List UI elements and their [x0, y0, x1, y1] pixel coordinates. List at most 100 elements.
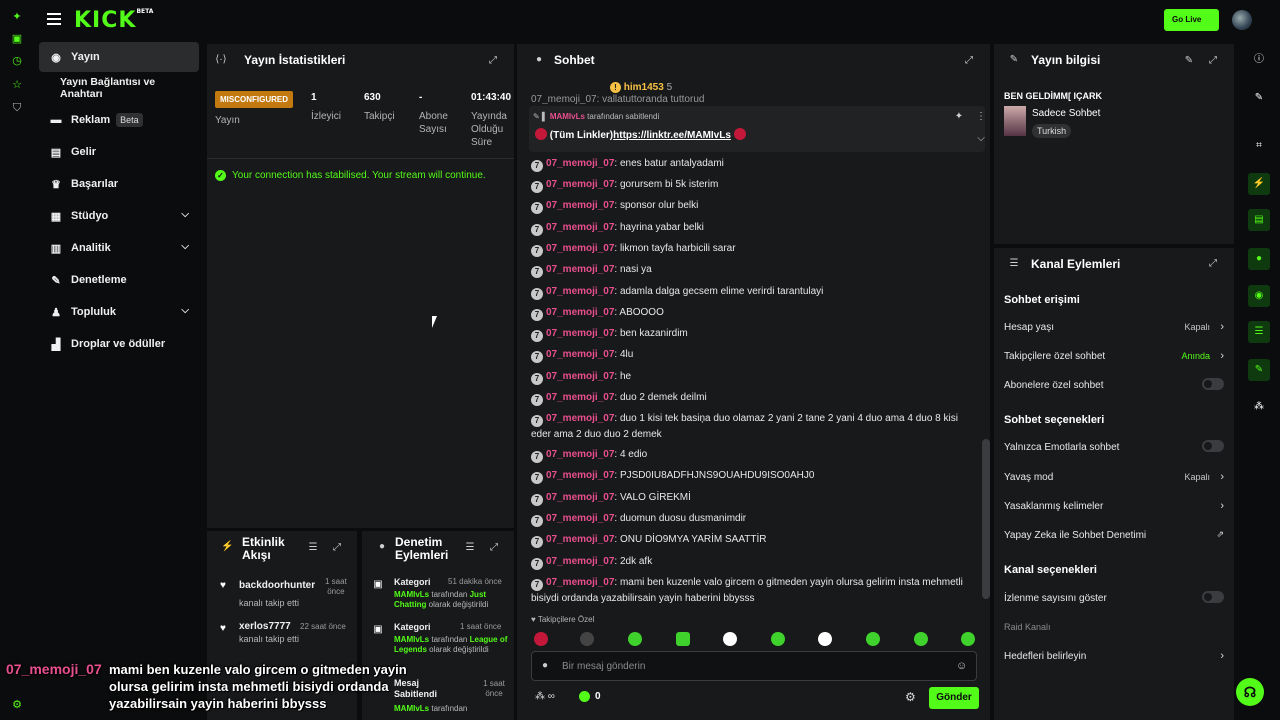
emote-icon[interactable] — [818, 632, 832, 646]
chat-username[interactable]: 07_memoji_07 — [546, 158, 614, 169]
stats-icon: ⟨·⟩ — [215, 54, 227, 65]
chat-input-box[interactable]: ● Bir mesaj gönderin ☺ — [531, 651, 977, 681]
shield-icon[interactable]: ⛉ — [10, 101, 24, 115]
emote-icon[interactable] — [866, 632, 880, 646]
chat-username[interactable]: 07_memoji_07 — [546, 307, 614, 318]
chat-username[interactable]: 07_memoji_07 — [546, 264, 614, 275]
pinned-link[interactable]: https://linktr.ee/MAMIvLs — [613, 130, 731, 141]
activity-time: 1 saat önce — [325, 577, 347, 597]
broadcast-icon[interactable]: ◉ — [1248, 285, 1270, 307]
show-viewers-toggle[interactable] — [1202, 591, 1224, 603]
subs-chat-toggle[interactable] — [1202, 378, 1224, 390]
kick-logo[interactable]: KICKBETA — [74, 8, 153, 33]
more-icon[interactable]: ⋮ — [975, 111, 987, 123]
send-button[interactable]: Gönder — [929, 687, 979, 709]
sidebar-item-reklam[interactable]: ▬ Reklam Beta — [39, 105, 199, 135]
expand-icon[interactable]: ⤢ — [1207, 55, 1219, 67]
followers-chat-row[interactable]: Takipçilere özel sohbet Anında › — [1004, 350, 1224, 362]
edit-icon[interactable]: ✎ — [1248, 87, 1270, 109]
emote-icon[interactable] — [580, 632, 594, 646]
chat-username[interactable]: 07_memoji_07 — [546, 556, 614, 567]
chat-username[interactable]: 07_memoji_07 — [546, 413, 614, 424]
clock-icon[interactable]: ◷ — [10, 54, 24, 68]
star-icon[interactable]: ☆ — [10, 78, 24, 92]
top-user[interactable]: him1453 — [624, 82, 664, 93]
chat-username[interactable]: 07_memoji_07 — [546, 470, 614, 481]
chevron-down-icon[interactable]: ⌵ — [975, 133, 987, 145]
expand-icon[interactable]: ⤢ — [1207, 258, 1219, 270]
sidebar-item-stream-key[interactable]: Yayın Bağlantısı ve Anahtarı — [39, 73, 199, 103]
filter-icon[interactable]: ☰ — [307, 542, 319, 554]
sidebar-item-topluluk[interactable]: ♟ Topluluk ⌵ — [39, 297, 199, 327]
emote-icon[interactable] — [723, 632, 737, 646]
chat-scrollbar[interactable] — [982, 439, 990, 599]
filter-icon[interactable]: ☰ — [464, 542, 476, 554]
emoji-icon[interactable]: ☺ — [956, 660, 967, 672]
chat-username[interactable]: 07_memoji_07 — [546, 179, 614, 190]
targets-row[interactable]: Hedefleri belirleyin › — [1004, 650, 1224, 662]
chat-input[interactable]: Bir mesaj gönderin — [562, 661, 645, 672]
avatar[interactable] — [1232, 10, 1252, 30]
sidebar-item-droplar[interactable]: ▟ Droplar ve ödüller — [39, 329, 199, 359]
wrench-icon: ✎ — [1009, 54, 1019, 65]
ai-moderation-row[interactable]: Yapay Zeka ile Sohbet Denetimi ⇗ — [1004, 529, 1224, 541]
chat-username[interactable]: 07_memoji_07 — [546, 392, 614, 403]
chat-username[interactable]: 07_memoji_07 — [546, 577, 614, 588]
menu-icon[interactable] — [47, 13, 61, 25]
expand-icon[interactable]: ⤢ — [331, 542, 343, 554]
emote-icon[interactable] — [534, 632, 548, 646]
wrench-icon[interactable]: ✎ — [1248, 359, 1270, 381]
chat-username[interactable]: 07_memoji_07 — [546, 200, 614, 211]
community-icon[interactable]: ⁂ — [1248, 396, 1270, 418]
emote-icon[interactable] — [961, 632, 975, 646]
sidebar-item-yayin[interactable]: ◉ Yayın — [39, 42, 199, 72]
account-age-row[interactable]: Hesap yaşı Kapalı › — [1004, 321, 1224, 333]
stream-category[interactable]: Sadece Sohbet — [1032, 108, 1100, 119]
sidebar-item-denetleme[interactable]: ✎ Denetleme — [39, 265, 199, 295]
chat-text: 4 edio — [619, 449, 648, 460]
banned-words-row[interactable]: Yasaklanmış kelimeler › — [1004, 500, 1224, 512]
expand-icon[interactable]: ⤢ — [487, 55, 499, 67]
info-icon[interactable]: ⓘ — [1248, 49, 1270, 71]
slow-mode-row[interactable]: Yavaş mod Kapalı › — [1004, 471, 1224, 483]
points-value: 0 — [595, 691, 601, 702]
creator-icon[interactable]: ▣ — [10, 32, 24, 46]
activity-user[interactable]: xerlos7777 — [239, 621, 291, 632]
edit-icon[interactable]: ✎ — [1183, 55, 1195, 67]
chat-username[interactable]: 07_memoji_07 — [546, 328, 614, 339]
list-icon[interactable]: ☰ — [1248, 321, 1270, 343]
badge-icon: 7 — [531, 288, 543, 300]
emote-icon[interactable] — [914, 632, 928, 646]
expand-icon[interactable]: ⤢ — [963, 55, 975, 67]
pin-icon[interactable]: ✦ — [953, 111, 965, 123]
chat-username[interactable]: 07_memoji_07 — [546, 534, 614, 545]
sidebar-item-analitik[interactable]: ▥ Analitik ⌵ — [39, 233, 199, 263]
chat-icon[interactable]: ● — [1248, 248, 1270, 270]
category-thumbnail[interactable] — [1004, 106, 1026, 136]
duration-label: Olduğu — [471, 124, 504, 135]
bolt-icon[interactable]: ⚡ — [1248, 173, 1270, 195]
chat-username[interactable]: 07_memoji_07 — [546, 349, 614, 360]
notes-icon[interactable]: ▤ — [1248, 209, 1270, 231]
chat-username[interactable]: 07_memoji_07 — [546, 449, 614, 460]
emote-icon[interactable] — [628, 632, 642, 646]
sidebar-item-gelir[interactable]: ▤ Gelir — [39, 137, 199, 167]
expand-icon[interactable]: ⤢ — [488, 542, 500, 554]
emote-icon[interactable] — [771, 632, 785, 646]
chat-username[interactable]: 07_memoji_07 — [546, 222, 614, 233]
crop-icon[interactable]: ⌗ — [1248, 135, 1270, 157]
help-icon[interactable]: ☊ — [1236, 678, 1264, 706]
emote-icon[interactable] — [676, 632, 690, 646]
chat-username[interactable]: 07_memoji_07 — [546, 243, 614, 254]
chat-username[interactable]: 07_memoji_07 — [546, 286, 614, 297]
activity-user[interactable]: backdoorhunter — [239, 580, 315, 591]
gear-icon[interactable]: ⚙ — [905, 690, 916, 704]
chat-username[interactable]: 07_memoji_07 — [546, 492, 614, 503]
dashboard-icon[interactable]: ✦ — [10, 10, 24, 24]
go-live-button[interactable]: Go Live — [1164, 9, 1219, 31]
emote-only-toggle[interactable] — [1202, 440, 1224, 452]
sidebar-item-basarilar[interactable]: ♛ Başarılar — [39, 169, 199, 199]
sidebar-item-studyo[interactable]: ▦ Stüdyo ⌵ — [39, 201, 199, 231]
chat-username[interactable]: 07_memoji_07 — [546, 513, 614, 524]
chat-username[interactable]: 07_memoji_07 — [546, 371, 614, 382]
